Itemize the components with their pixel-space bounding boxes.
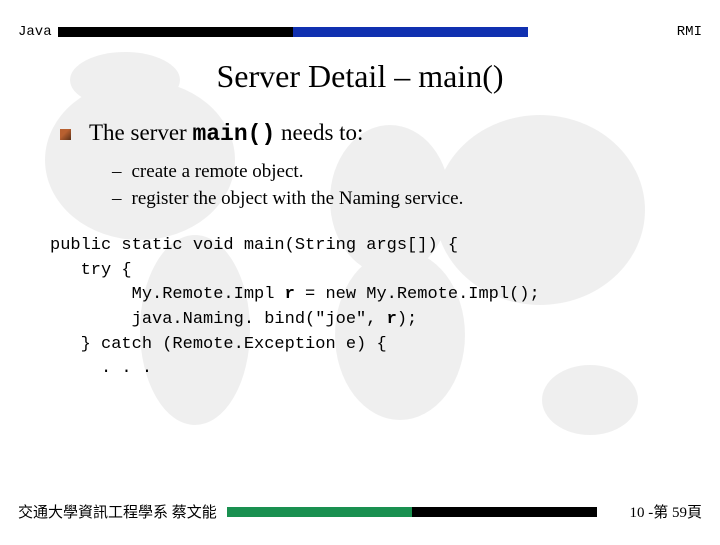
code-block: public static void main(String args[]) {… [50,234,690,382]
code-line-part: ); [397,310,417,329]
dash-icon: – [112,161,122,183]
code-line-part: My.Remote.Impl [50,285,285,304]
code-var-r: r [387,310,397,329]
header-right-label: RMI [677,24,702,40]
bullet-main: The server main() needs to: [60,120,690,147]
header-bar: Java RMI [18,24,702,40]
code-line-part: java.Naming. bind("joe", [50,310,387,329]
dash-icon: – [112,188,122,210]
footer-divider [227,507,597,517]
code-line-part: = new My.Remote.Impl(); [295,285,540,304]
bullet-text-pre: The server [89,120,192,145]
bullet-text-post: needs to: [275,120,363,145]
code-line: public static void main(String args[]) { [50,236,458,255]
sub-bullet-item: – register the object with the Naming se… [112,188,690,210]
sub-bullet-text: create a remote object. [132,161,304,183]
code-line: } catch (Remote.Exception e) { [50,335,387,354]
code-line: try { [50,261,132,280]
header-left-label: Java [18,24,52,40]
bullet-code: main() [192,121,275,147]
bullet-square-icon [60,129,71,140]
sub-bullet-item: – create a remote object. [112,161,690,183]
sub-bullet-text: register the object with the Naming serv… [132,188,464,210]
slide-title: Server Detail – main() [0,58,720,95]
sub-bullet-list: – create a remote object. – register the… [112,161,690,210]
footer-left-label: 交通大學資訊工程學系 蔡文能 [18,501,217,522]
footer-bar: 交通大學資訊工程學系 蔡文能 10 -第 59頁 [18,501,702,522]
code-var-r: r [285,285,295,304]
content-area: The server main() needs to: – create a r… [60,120,690,382]
code-line: . . . [50,359,152,378]
footer-page-number: 10 -第 59頁 [630,501,703,522]
header-divider [58,27,528,37]
